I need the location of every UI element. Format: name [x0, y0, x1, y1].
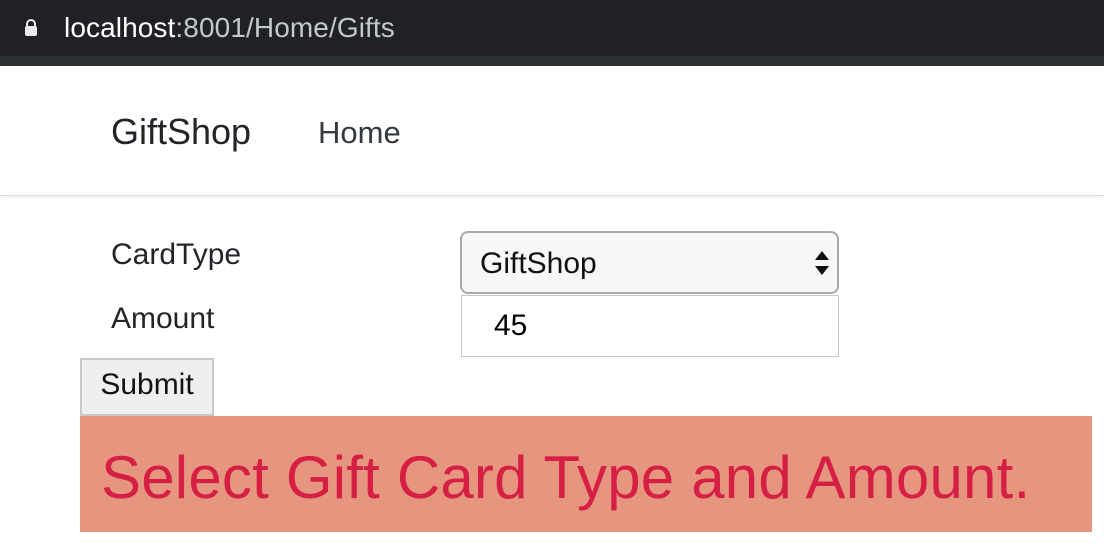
submit-button[interactable]: Submit [80, 358, 214, 416]
browser-address-bar: localhost:8001/Home/Gifts [0, 0, 1104, 66]
site-navbar: GiftShop Home [0, 66, 1104, 196]
card-type-select[interactable]: GiftShop [460, 231, 839, 294]
validation-message: Select Gift Card Type and Amount. [101, 444, 1031, 511]
url-host: localhost [64, 12, 176, 43]
amount-input[interactable] [461, 295, 839, 357]
card-type-selected-value: GiftShop [480, 247, 597, 280]
card-type-label: CardType [111, 238, 242, 271]
brand-link[interactable]: GiftShop [111, 110, 251, 154]
up-down-chevron-icon [815, 251, 829, 275]
nav-link-home[interactable]: Home [318, 114, 401, 152]
url-path: :8001/Home/Gifts [175, 12, 395, 43]
amount-label: Amount [111, 302, 215, 335]
validation-message-box: Select Gift Card Type and Amount. [80, 416, 1092, 532]
url-text[interactable]: localhost:8001/Home/Gifts [64, 12, 395, 44]
lock-icon[interactable] [23, 18, 39, 38]
